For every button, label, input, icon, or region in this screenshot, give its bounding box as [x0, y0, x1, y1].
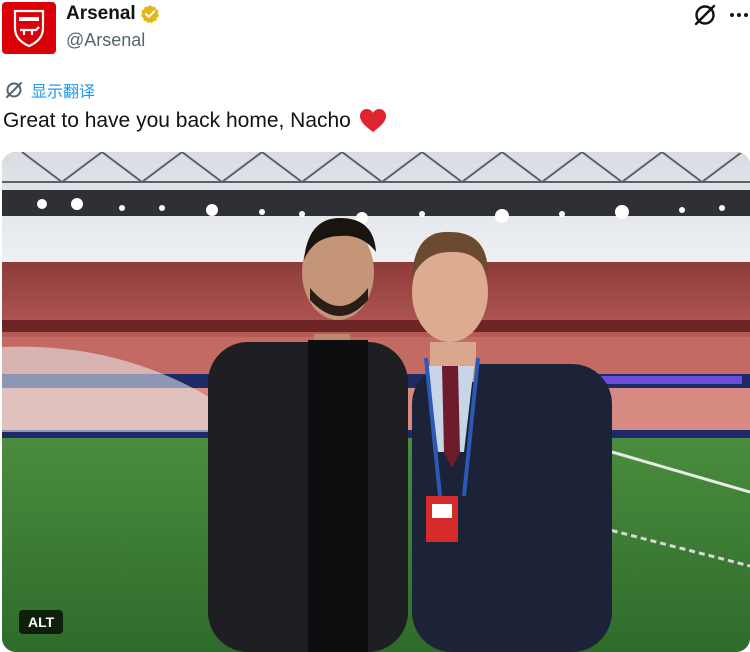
author-display-name[interactable]: Arsenal: [66, 3, 136, 25]
tweet-text-content: Great to have you back home, Nacho: [3, 109, 351, 132]
grok-translate-icon: [6, 82, 22, 98]
more-dot-icon: [744, 13, 748, 17]
tweet-text: Great to have you back home, Nacho: [3, 108, 387, 134]
stadium-photo-image: [2, 152, 750, 652]
more-options-button[interactable]: [728, 4, 750, 26]
grok-icon: [694, 4, 716, 26]
arsenal-crest-icon: [13, 9, 45, 48]
more-dot-icon: [737, 13, 741, 17]
alt-text-button[interactable]: ALT: [19, 610, 64, 634]
grok-button[interactable]: [692, 2, 718, 28]
show-translation-label: 显示翻译: [31, 84, 96, 101]
verified-badge-icon: [140, 4, 159, 24]
red-heart-emoji-icon: [359, 109, 386, 132]
more-dot-icon: [730, 13, 734, 17]
show-translation-link[interactable]: 显示翻译: [4, 78, 95, 102]
author-handle[interactable]: @Arsenal: [66, 30, 145, 51]
avatar[interactable]: [2, 2, 56, 54]
tweet-photo[interactable]: ALT: [2, 152, 750, 652]
author-name-row: Arsenal: [66, 3, 160, 25]
